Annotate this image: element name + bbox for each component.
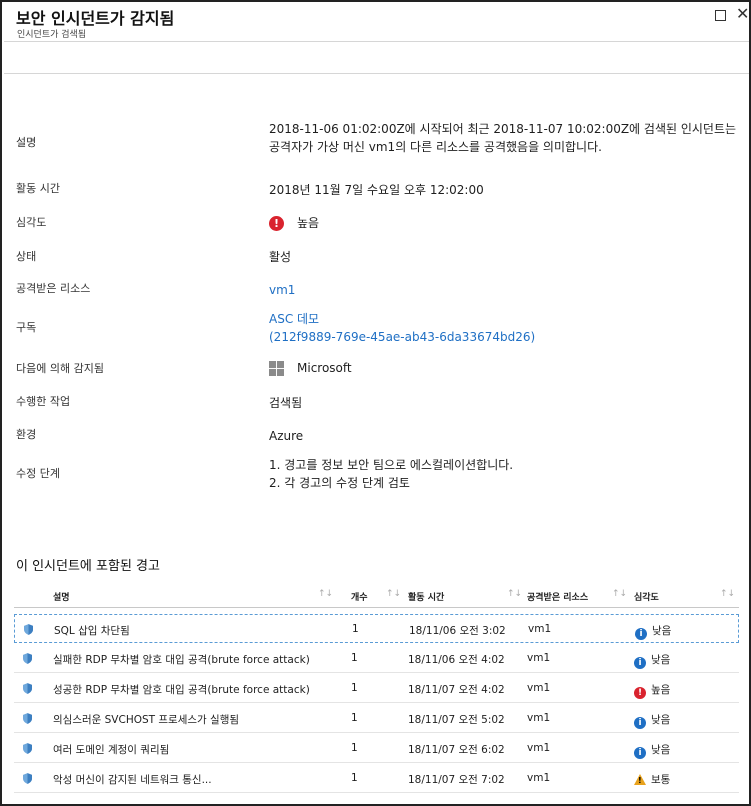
info-icon: i bbox=[635, 628, 647, 640]
prop-label: 수정 단계 bbox=[16, 467, 60, 480]
table-row[interactable]: 실패한 RDP 무차별 암호 대입 공격(brute force attack)… bbox=[14, 644, 739, 673]
subscription-link[interactable]: ASC 데모 bbox=[269, 310, 739, 328]
resource-link[interactable]: vm1 bbox=[269, 281, 739, 299]
alert-count: 1 bbox=[351, 772, 358, 784]
table-row[interactable]: 여러 도메인 계정이 쿼리됨 1 18/11/07 오전 6:02 vm1 i 낮음 bbox=[14, 734, 739, 763]
shield-icon bbox=[23, 713, 32, 724]
close-icon[interactable]: ✕ bbox=[736, 6, 750, 22]
prop-value: ! 높음 bbox=[269, 214, 739, 232]
prop-value: Azure bbox=[269, 429, 304, 443]
alert-severity-text: 높음 bbox=[651, 684, 671, 696]
sort-icon[interactable]: ↑↓ bbox=[612, 589, 627, 599]
prop-label: 상태 bbox=[16, 250, 37, 263]
prop-value: Microsoft bbox=[269, 359, 739, 377]
table-row[interactable]: SQL 삽입 차단됨 1 18/11/06 오전 3:02 vm1 i 낮음 bbox=[14, 614, 739, 643]
sort-icon[interactable]: ↑↓ bbox=[318, 589, 333, 599]
alerts-section-title: 이 인시던트에 포함된 경고 bbox=[16, 559, 160, 574]
alert-resource: vm1 bbox=[527, 682, 551, 694]
alert-activity-time: 18/11/07 오전 5:02 bbox=[408, 714, 505, 726]
column-header-description[interactable]: 설명 bbox=[53, 590, 70, 603]
error-icon: ! bbox=[634, 687, 646, 699]
prop-label: 환경 bbox=[16, 428, 37, 441]
alert-resource: vm1 bbox=[527, 772, 551, 784]
column-header-resource[interactable]: 공격받은 리소스 bbox=[527, 590, 588, 603]
alert-severity: i 낮음 bbox=[634, 712, 670, 729]
warning-icon: ! bbox=[634, 774, 646, 785]
prop-label: 공격받은 리소스 bbox=[16, 282, 91, 295]
grid-header: 설명 ↑↓ 개수 ↑↓ 활동 시간 ↑↓ 공격받은 리소스 ↑↓ 심각도 ↑↓ bbox=[14, 584, 739, 608]
alert-description: 여러 도메인 계정이 쿼리됨 bbox=[53, 744, 170, 756]
alert-count: 1 bbox=[351, 652, 358, 664]
prop-label: 심각도 bbox=[16, 216, 47, 229]
alert-count: 1 bbox=[351, 682, 358, 694]
prop-label: 수행한 작업 bbox=[16, 395, 71, 408]
page-title: 보안 인시던트가 감지됨 bbox=[16, 9, 175, 28]
alert-description: 성공한 RDP 무차별 암호 대입 공격(brute force attack) bbox=[53, 684, 310, 696]
info-icon: i bbox=[634, 717, 646, 729]
sort-icon[interactable]: ↑↓ bbox=[720, 589, 735, 599]
column-header-severity[interactable]: 심각도 bbox=[634, 590, 659, 603]
sort-icon[interactable]: ↑↓ bbox=[507, 589, 522, 599]
page-subtitle: 인시던트가 검색됨 bbox=[17, 30, 87, 40]
detected-by-text: Microsoft bbox=[297, 361, 352, 375]
shield-icon bbox=[23, 683, 32, 694]
maximize-icon[interactable] bbox=[715, 10, 726, 21]
alert-severity: ! 높음 bbox=[634, 682, 670, 699]
prop-label: 설명 bbox=[16, 136, 37, 149]
alert-severity: i 낮음 bbox=[634, 742, 670, 759]
alert-severity-text: 보통 bbox=[651, 774, 671, 786]
table-row[interactable]: 성공한 RDP 무차별 암호 대입 공격(brute force attack)… bbox=[14, 674, 739, 703]
prop-label: 구독 bbox=[16, 321, 37, 334]
alert-description: 의심스러운 SVCHOST 프로세스가 실행됨 bbox=[53, 714, 240, 726]
alert-severity-text: 낮음 bbox=[651, 714, 671, 726]
alert-description: 실패한 RDP 무차별 암호 대입 공격(brute force attack) bbox=[53, 654, 310, 666]
alert-severity: ! 보통 bbox=[634, 772, 670, 787]
prop-label: 활동 시간 bbox=[16, 182, 60, 195]
alert-resource: vm1 bbox=[527, 742, 551, 754]
alert-severity-text: 낮음 bbox=[651, 654, 671, 666]
table-row[interactable]: 악성 머신이 감지된 네트워크 통신... 1 18/11/07 오전 7:02 vm… bbox=[14, 764, 739, 793]
blade-header: 보안 인시던트가 감지됨 인시던트가 검색됨 ✕ bbox=[4, 0, 749, 42]
remediation-step-1: 1. 경고를 정보 보안 팀으로 에스컬레이션합니다. bbox=[269, 458, 514, 472]
shield-icon bbox=[23, 653, 32, 664]
alert-severity-text: 낮음 bbox=[652, 625, 672, 637]
column-header-activity-time[interactable]: 활동 시간 bbox=[408, 590, 444, 603]
alert-activity-time: 18/11/07 오전 7:02 bbox=[408, 774, 505, 786]
alert-activity-time: 18/11/06 오전 4:02 bbox=[408, 654, 505, 666]
alert-activity-time: 18/11/07 오전 4:02 bbox=[408, 684, 505, 696]
remediation-step-2: 2. 각 경고의 수정 단계 검토 bbox=[269, 476, 410, 490]
prop-value: 검색됨 bbox=[269, 396, 303, 410]
prop-label: 다음에 의해 감지됨 bbox=[16, 362, 104, 375]
sort-icon[interactable]: ↑↓ bbox=[386, 589, 401, 599]
prop-value: 활성 bbox=[269, 250, 292, 264]
alert-count: 1 bbox=[351, 712, 358, 724]
alert-description: SQL 삽입 차단됨 bbox=[54, 625, 130, 637]
alert-severity: i 낮음 bbox=[634, 652, 670, 669]
alert-count: 1 bbox=[351, 742, 358, 754]
alert-severity-text: 낮음 bbox=[651, 744, 671, 756]
alert-resource: vm1 bbox=[527, 652, 551, 664]
prop-value: 2018년 11월 7일 수요일 오후 12:02:00 bbox=[269, 183, 484, 197]
error-icon: ! bbox=[269, 216, 284, 231]
shield-icon bbox=[24, 624, 33, 635]
alert-activity-time: 18/11/07 오전 6:02 bbox=[408, 744, 505, 756]
alert-activity-time: 18/11/06 오전 3:02 bbox=[409, 625, 506, 637]
microsoft-logo-icon bbox=[269, 361, 284, 376]
shield-icon bbox=[23, 743, 32, 754]
info-icon: i bbox=[634, 747, 646, 759]
subscription-id-link[interactable]: (212f9889-769e-45ae-ab43-6da33674bd26) bbox=[269, 328, 739, 346]
column-header-count[interactable]: 개수 bbox=[351, 590, 368, 603]
alert-severity: i 낮음 bbox=[635, 623, 671, 640]
alert-resource: vm1 bbox=[527, 712, 551, 724]
toolbar bbox=[4, 42, 749, 74]
alert-count: 1 bbox=[352, 623, 359, 635]
severity-text: 높음 bbox=[297, 216, 320, 230]
table-row[interactable]: 의심스러운 SVCHOST 프로세스가 실행됨 1 18/11/07 오전 5:02… bbox=[14, 704, 739, 733]
alert-description: 악성 머신이 감지된 네트워크 통신... bbox=[53, 774, 212, 786]
prop-value: 2018-11-06 01:02:00Z에 시작되어 최근 2018-11-07… bbox=[269, 122, 737, 154]
alert-resource: vm1 bbox=[528, 623, 552, 635]
shield-icon bbox=[23, 773, 32, 784]
info-icon: i bbox=[634, 657, 646, 669]
